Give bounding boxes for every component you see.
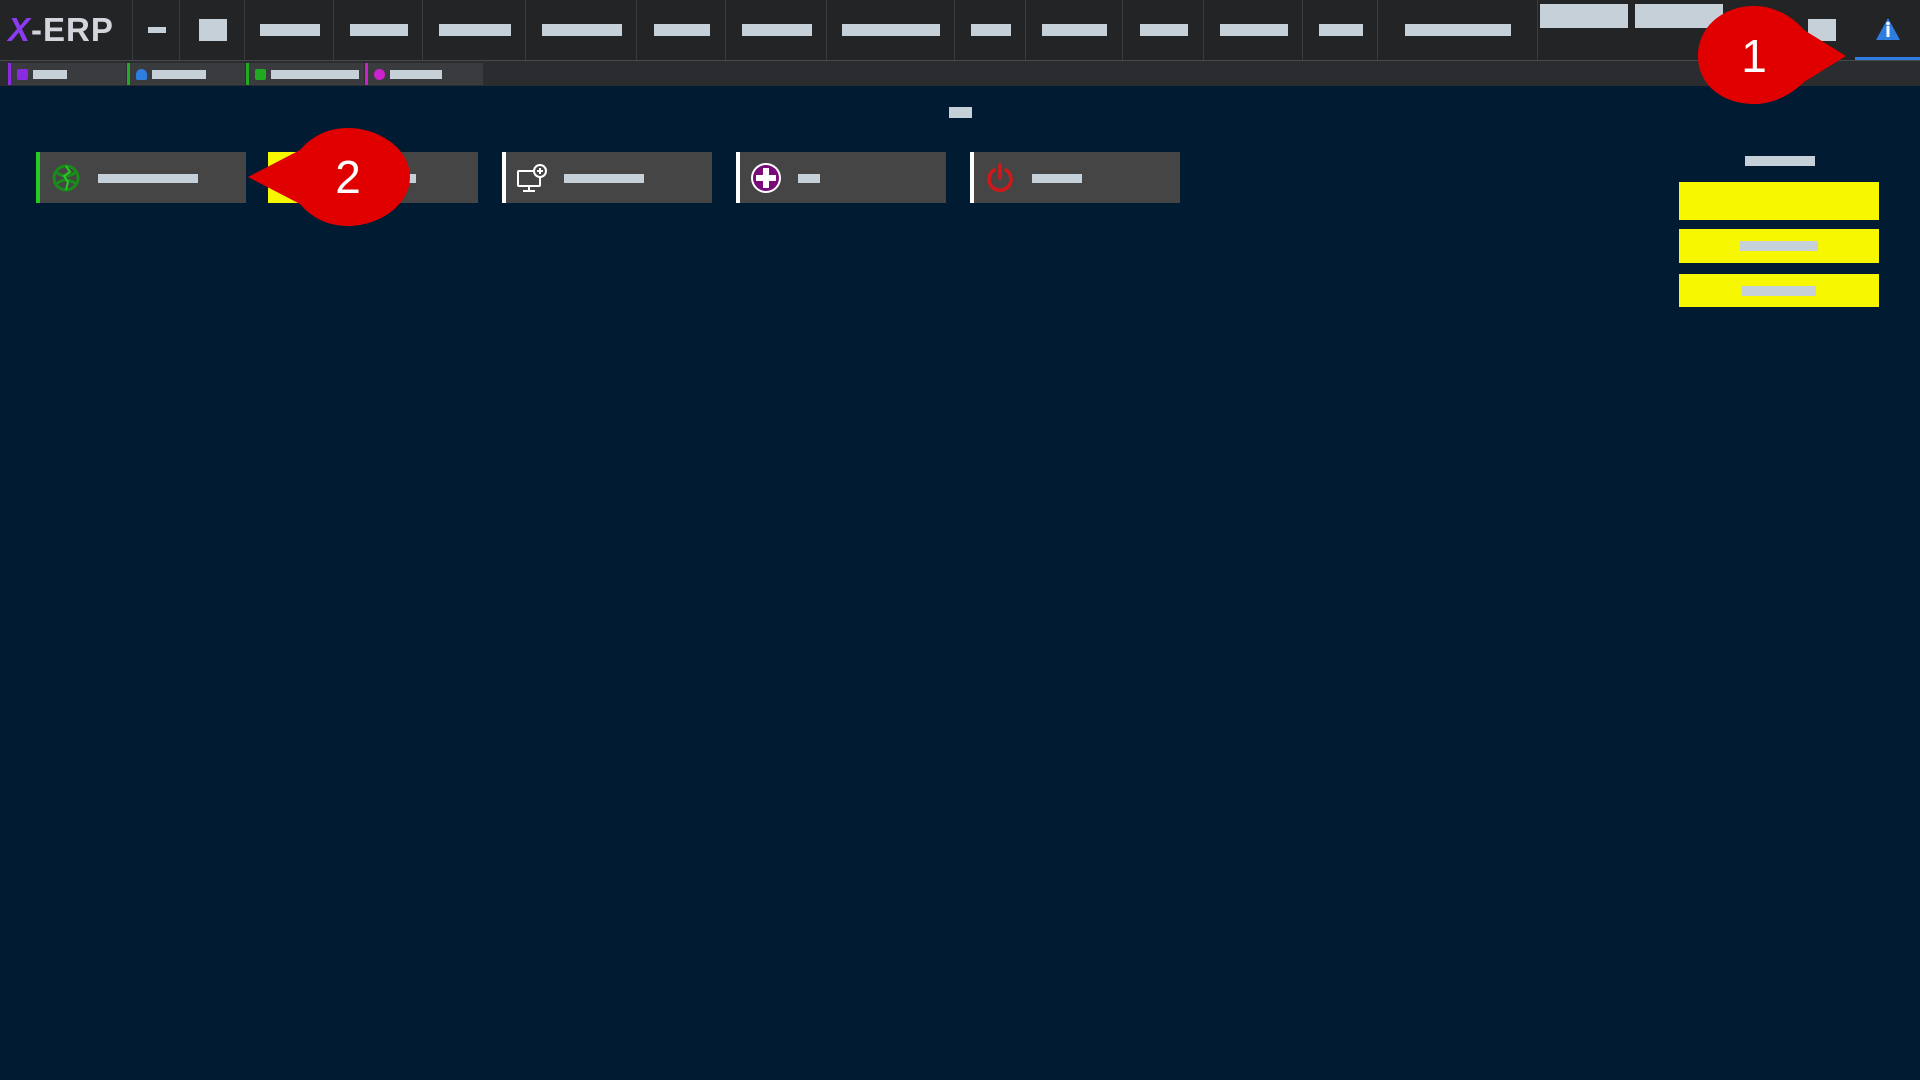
side-panel-button-label (1742, 285, 1816, 296)
menu-item-2[interactable] (181, 0, 245, 60)
side-panel-title (1745, 156, 1815, 166)
menu-item-label (741, 24, 812, 36)
callout-marker-2: 2 (248, 128, 410, 226)
callout-marker-1: 1 (1698, 6, 1846, 104)
tab-icon (374, 68, 385, 80)
quick-action-1[interactable] (36, 152, 246, 203)
menu-item-label (1318, 24, 1363, 36)
top-menu-bar: X -ERP (0, 0, 1920, 61)
menu-item-label (970, 24, 1011, 36)
menu-item-label (259, 24, 320, 36)
quick-action-label (564, 174, 644, 183)
quick-action-5[interactable] (970, 152, 1180, 203)
quick-action-label (798, 174, 820, 183)
side-panel-button-3[interactable] (1679, 274, 1879, 307)
menu-item-label (438, 24, 511, 36)
menu-item-14[interactable] (1304, 0, 1378, 60)
tab-label (390, 69, 442, 79)
quick-action-label (98, 174, 198, 183)
menu-item-label (147, 27, 166, 33)
accent-bar (970, 152, 974, 203)
callout-number: 1 (1741, 30, 1767, 82)
menu-item-label (198, 19, 227, 41)
accent-bar (736, 152, 740, 203)
menu-item-label (1405, 24, 1511, 36)
side-panel-button-2[interactable] (1679, 229, 1879, 263)
menu-item-5[interactable] (424, 0, 526, 60)
menu-item-label (1139, 24, 1188, 36)
app-logo[interactable]: X -ERP (0, 0, 133, 60)
plus-circle-icon (751, 163, 781, 193)
menu-item-label (1219, 24, 1288, 36)
tab-label (152, 69, 206, 79)
power-icon (987, 163, 1013, 192)
accent-bar (36, 152, 40, 203)
info-icon (1875, 17, 1900, 40)
menu-item-11[interactable] (1027, 0, 1123, 60)
tab-icon (17, 68, 28, 80)
menu-item-12[interactable] (1124, 0, 1204, 60)
quick-action-label (1032, 174, 1082, 183)
menu-item-10[interactable] (956, 0, 1026, 60)
monitor-add-icon (517, 164, 547, 192)
menu-item-label (842, 24, 940, 36)
open-tab-3[interactable] (246, 63, 364, 85)
quick-action-4[interactable] (736, 152, 946, 203)
user-icon (136, 68, 147, 80)
tab-label (271, 69, 359, 79)
menu-item-4[interactable] (335, 0, 423, 60)
menu-item-7[interactable] (638, 0, 726, 60)
open-tab-1[interactable] (8, 63, 126, 85)
menu-item-label (1042, 24, 1107, 36)
menu-item-label (653, 24, 710, 36)
side-panel-button-label (1740, 241, 1818, 251)
page-title (949, 107, 972, 118)
menu-item-8[interactable] (727, 0, 827, 60)
info-button[interactable] (1855, 0, 1920, 60)
quick-action-3[interactable] (502, 152, 712, 203)
status-field-user (1540, 4, 1628, 28)
menu-item-label (541, 24, 622, 36)
accent-bar (502, 152, 506, 203)
tab-icon (255, 68, 266, 80)
menu-item-6[interactable] (527, 0, 637, 60)
globe-icon (52, 164, 80, 192)
menu-item-1[interactable] (134, 0, 180, 60)
menu-item-label (349, 24, 408, 36)
menu-item-3[interactable] (246, 0, 334, 60)
open-tab-2[interactable] (127, 63, 245, 85)
tab-label (33, 69, 67, 79)
logo-x: X (8, 11, 32, 48)
menu-item-9[interactable] (828, 0, 955, 60)
open-tab-4[interactable] (365, 63, 483, 85)
menu-item-13[interactable] (1205, 0, 1303, 60)
side-panel-button-1[interactable] (1679, 182, 1879, 220)
callout-number: 2 (335, 151, 361, 203)
logo-text: -ERP (31, 11, 114, 48)
menu-item-15[interactable] (1379, 0, 1538, 60)
